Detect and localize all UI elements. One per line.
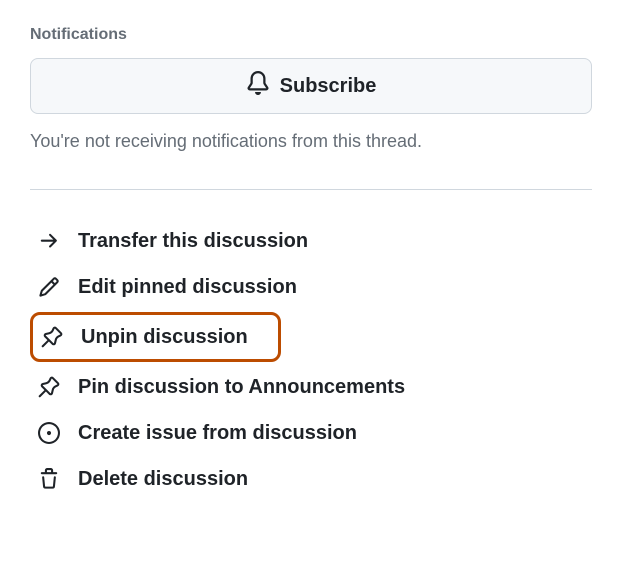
- divider: [30, 189, 592, 190]
- arrow-right-icon: [36, 228, 62, 254]
- notifications-label: Notifications: [30, 26, 592, 44]
- notifications-description: You're not receiving notifications from …: [30, 128, 592, 155]
- bell-icon: [246, 71, 270, 101]
- delete-discussion-action[interactable]: Delete discussion: [30, 456, 592, 502]
- pin-icon: [36, 374, 62, 400]
- create-issue-action[interactable]: Create issue from discussion: [30, 410, 592, 456]
- pin-to-announcements-action[interactable]: Pin discussion to Announcements: [30, 364, 592, 410]
- discussion-actions-list: Transfer this discussion Edit pinned dis…: [30, 218, 592, 502]
- trash-icon: [36, 466, 62, 492]
- transfer-discussion-action[interactable]: Transfer this discussion: [30, 218, 592, 264]
- create-issue-label: Create issue from discussion: [78, 422, 357, 445]
- unpin-discussion-action[interactable]: Unpin discussion: [30, 312, 281, 362]
- pin-icon: [39, 324, 65, 350]
- unpin-discussion-label: Unpin discussion: [81, 326, 248, 349]
- subscribe-button[interactable]: Subscribe: [30, 58, 592, 114]
- subscribe-button-label: Subscribe: [280, 75, 377, 98]
- edit-pinned-discussion-label: Edit pinned discussion: [78, 276, 297, 299]
- pencil-icon: [36, 274, 62, 300]
- issue-opened-icon: [36, 420, 62, 446]
- delete-discussion-label: Delete discussion: [78, 468, 248, 491]
- pin-to-announcements-label: Pin discussion to Announcements: [78, 376, 405, 399]
- edit-pinned-discussion-action[interactable]: Edit pinned discussion: [30, 264, 592, 310]
- transfer-discussion-label: Transfer this discussion: [78, 230, 308, 253]
